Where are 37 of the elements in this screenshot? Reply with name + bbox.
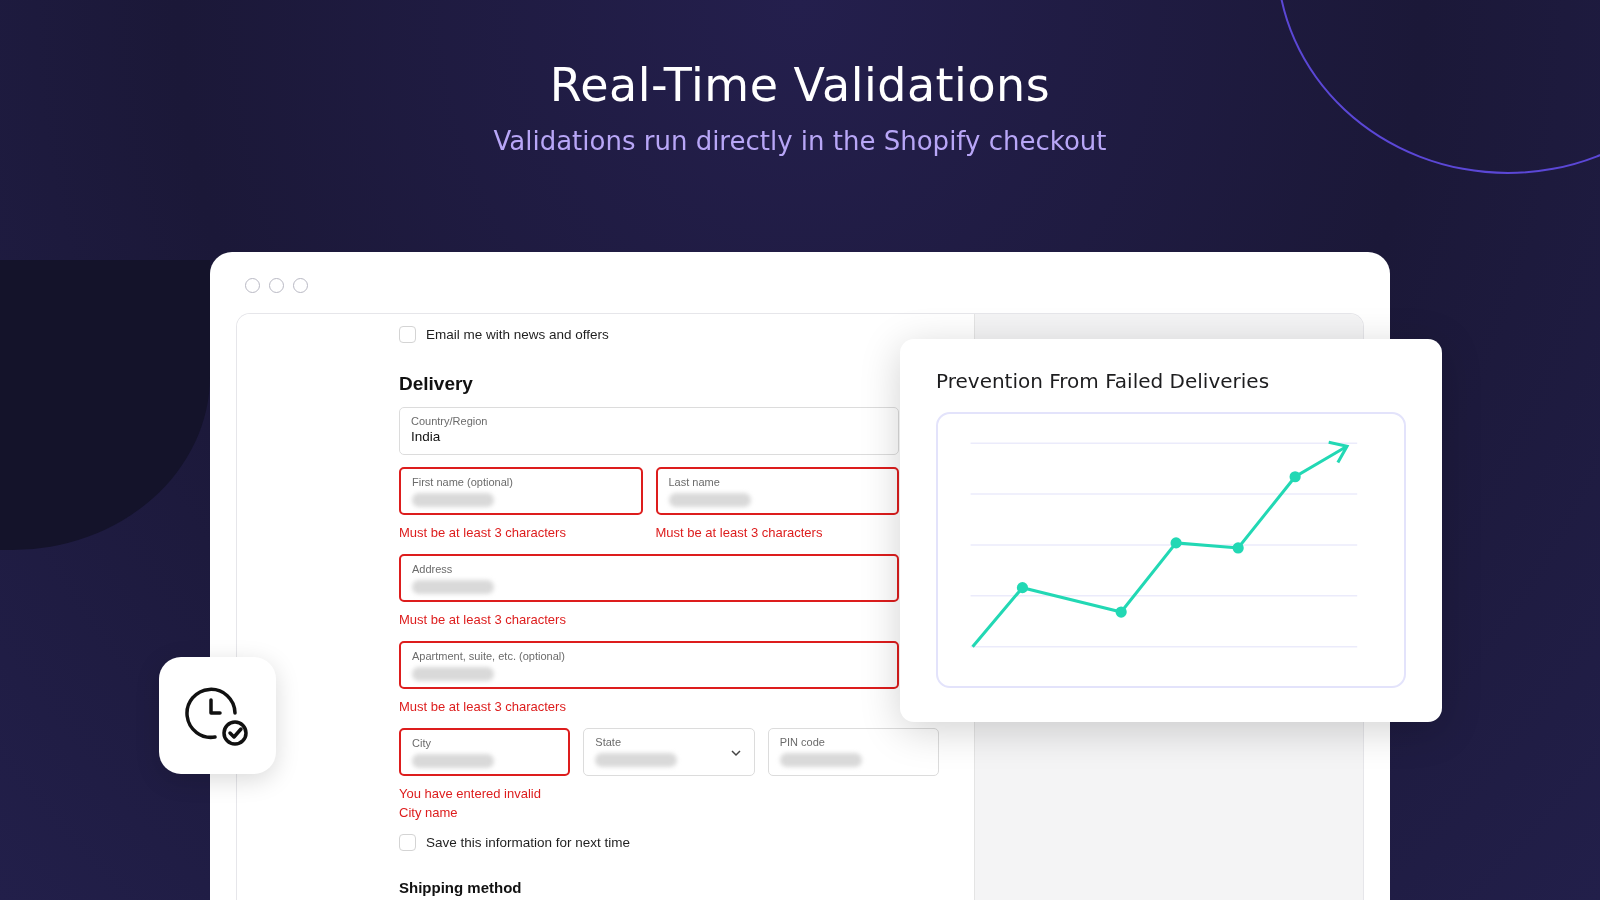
- field-label: Country/Region: [411, 415, 489, 427]
- input-field[interactable]: Last name: [655, 467, 899, 515]
- chevron-down-icon: [729, 747, 742, 759]
- field-label: State: [595, 736, 622, 748]
- error-message: Must be at least 3 characters: [399, 611, 567, 629]
- section-heading: Shipping method: [399, 879, 523, 896]
- field-label: Apartment, suite, etc. (optional): [412, 650, 566, 662]
- data-point: [1115, 606, 1127, 618]
- field-value: India: [411, 429, 442, 444]
- input-field[interactable]: PIN code: [767, 728, 939, 776]
- field-label: Last name: [668, 476, 721, 488]
- error-message: You have entered invalid City name: [399, 785, 542, 822]
- page-title: Real-Time Validations: [549, 58, 1051, 112]
- field-label: City: [412, 737, 432, 749]
- field-label: First name (optional): [412, 476, 514, 488]
- error-message: Must be at least 3 characters: [399, 524, 567, 542]
- input-field[interactable]: Apartment, suite, etc. (optional): [399, 641, 899, 689]
- page-subtitle: Validations run directly in the Shopify checkout: [493, 126, 1107, 156]
- section-heading: Delivery: [399, 373, 474, 395]
- checkbox[interactable]: [399, 834, 416, 851]
- error-message: Must be at least 3 characters: [399, 698, 567, 716]
- field-label: PIN code: [779, 736, 826, 748]
- input-field[interactable]: City: [399, 728, 571, 776]
- chart-title: Prevention From Failed Deliveries: [936, 369, 1271, 393]
- data-point: [1289, 471, 1301, 483]
- checkbox-label: Save this information for next time: [426, 835, 631, 850]
- input-field[interactable]: Address: [399, 554, 899, 602]
- select-field[interactable]: State: [583, 728, 755, 776]
- data-point: [1170, 537, 1182, 549]
- error-message: Must be at least 3 characters: [655, 524, 824, 542]
- input-field[interactable]: First name (optional): [399, 467, 643, 515]
- data-point: [1016, 582, 1029, 594]
- checkbox[interactable]: [399, 326, 416, 343]
- data-point: [1232, 542, 1244, 554]
- checkbox-label: Email me with news and offers: [426, 327, 609, 342]
- field-label: Address: [412, 563, 454, 575]
- input-field[interactable]: Country/Region India: [399, 407, 899, 455]
